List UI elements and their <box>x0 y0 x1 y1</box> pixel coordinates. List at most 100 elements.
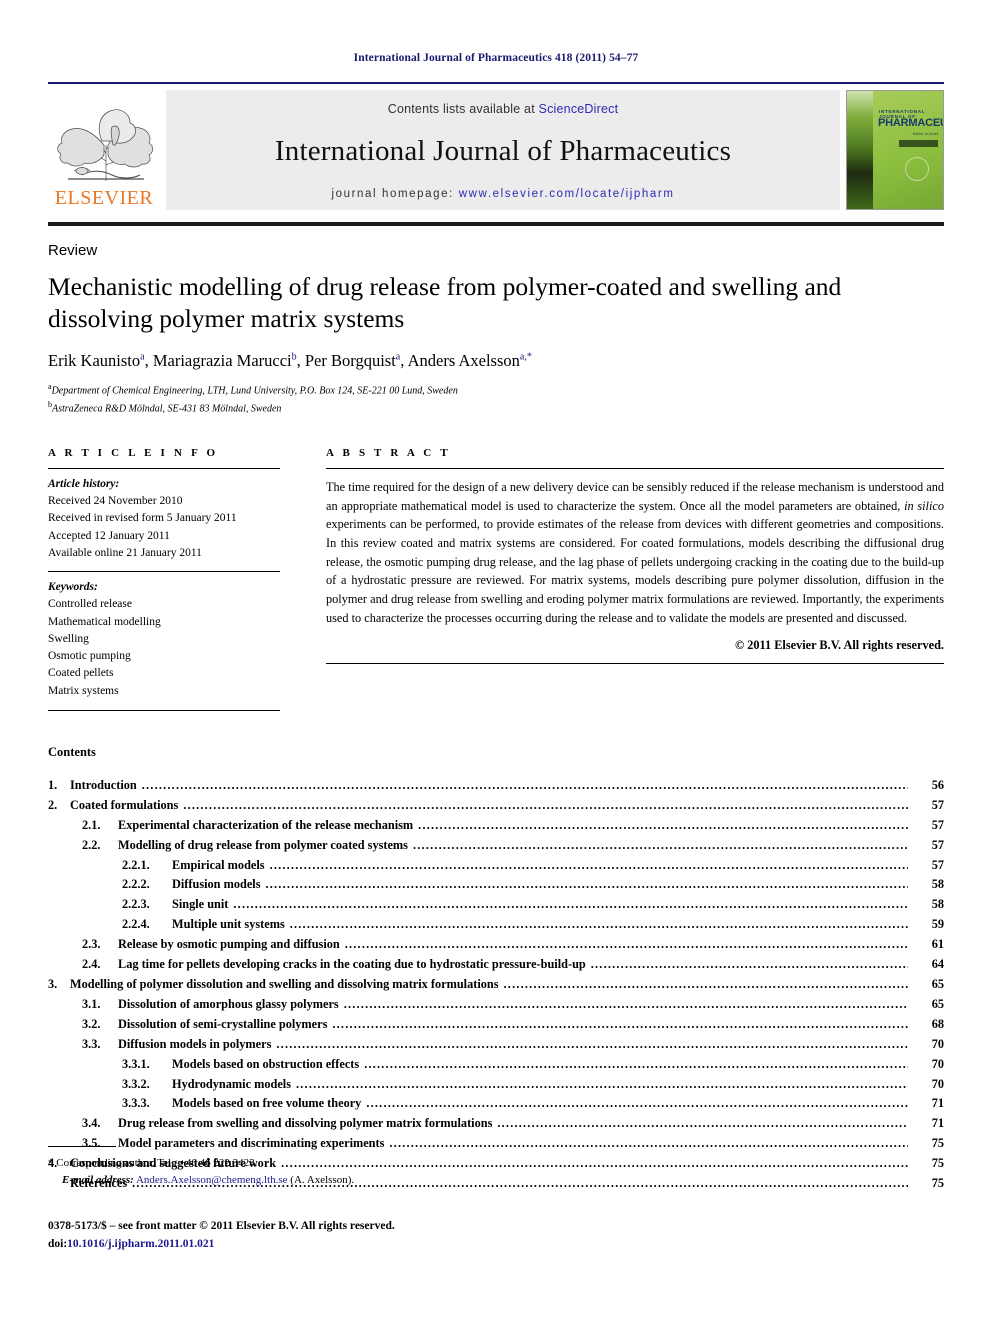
doi-prefix: doi: <box>48 1237 68 1250</box>
toc-entry[interactable]: 2.2.3. Single unit.......................… <box>48 895 944 915</box>
toc-entry-number: 2.2.3. <box>122 897 150 912</box>
affiliation-text: AstraZeneca R&D Mölndal, SE-431 83 Mölnd… <box>52 403 282 415</box>
history-item: Received 24 November 2010 <box>48 495 183 508</box>
title-block: Review Mechanistic modelling of drug rel… <box>48 242 944 417</box>
doi-link[interactable]: 10.1016/j.ijpharm.2011.01.021 <box>67 1238 214 1250</box>
toc-entry[interactable]: 3.3. Diffusion models in polymers........… <box>48 1035 944 1055</box>
toc-entry-label: Diffusion models in polymers <box>118 1036 272 1051</box>
toc-leader-dots: ........................................… <box>343 996 908 1011</box>
toc-leader-dots: ........................................… <box>497 1116 908 1131</box>
toc-entry[interactable]: 3.3.3. Models based on free volume theory… <box>48 1094 944 1114</box>
toc-entry[interactable]: 2.2.4. Multiple unit systems.............… <box>48 915 944 935</box>
footnote-corresponding-text: Corresponding author. Tel.: +46 46 222 3… <box>56 1157 258 1169</box>
imprint-block: 0378-5173/$ – see front matter © 2011 El… <box>48 1218 395 1254</box>
toc-entry-page: 58 <box>931 877 944 892</box>
toc-entry-number: 2.2.1. <box>122 857 150 872</box>
toc-entry-page: 75 <box>931 1156 944 1171</box>
journal-homepage-link[interactable]: www.elsevier.com/locate/ijpharm <box>459 188 675 200</box>
abstract-part-1: The time required for the design of a ne… <box>326 479 944 513</box>
toc-entry[interactable]: 3.1. Dissolution of amorphous glassy poly… <box>48 995 944 1015</box>
toc-entry-number: 3.1. <box>82 996 101 1011</box>
cover-title: PHARMACEUTICS <box>878 117 943 129</box>
toc-entry-number: 2.2. <box>82 837 101 852</box>
abstract-part-2: experiments can be performed, to provide… <box>326 517 944 625</box>
keyword-item: Matrix systems <box>48 684 119 697</box>
toc-entry-label: Models based on obstruction effects <box>172 1056 360 1071</box>
toc-entry[interactable]: 2.2.1. Empirical models..................… <box>48 856 944 876</box>
toc-leader-dots: ........................................… <box>503 976 908 991</box>
keywords-label: Keywords: <box>48 581 98 594</box>
author-name: Mariagrazia Marucci <box>152 351 292 371</box>
history-item: Accepted 12 January 2011 <box>48 529 170 542</box>
toc-leader-dots: ........................................… <box>344 937 908 952</box>
toc-entry[interactable]: 3.3.2. Hydrodynamic models...............… <box>48 1075 944 1095</box>
cover-seal-icon <box>905 157 929 181</box>
history-item: Available online 21 January 2011 <box>48 546 202 559</box>
toc-entry-number: 2.2.2. <box>122 877 150 892</box>
toc-entry-page: 57 <box>931 817 944 832</box>
abstract-text: The time required for the design of a ne… <box>326 469 944 628</box>
toc-entry-label: Introduction <box>70 777 137 792</box>
corresponding-author-footnote: * Corresponding author. Tel.: +46 46 222… <box>48 1146 548 1189</box>
toc-entry-number: 1. <box>48 777 58 792</box>
author-affil-marker: a <box>395 351 401 363</box>
toc-entry[interactable]: 3.3.1. Models based on obstruction effect… <box>48 1055 944 1075</box>
abstract-copyright: © 2011 Elsevier B.V. All rights reserved… <box>734 638 944 653</box>
author-name: Per Borgquist <box>304 351 396 371</box>
footnote-line-2: E-mail address: Anders.Axelsson@chemeng.… <box>48 1172 548 1189</box>
toc-entry[interactable]: 1. Introduction..........................… <box>48 776 944 796</box>
toc-entry-page: 65 <box>931 976 944 991</box>
contents-available-line: Contents lists available at ScienceDirec… <box>388 102 619 116</box>
journal-masthead: ELSEVIER Contents lists available at Sci… <box>48 82 944 210</box>
toc-entry-number: 2. <box>48 797 58 812</box>
doi-line: doi:10.1016/j.ijpharm.2011.01.021 <box>48 1236 395 1254</box>
toc-entry[interactable]: 3.2. Dissolution of semi-crystalline poly… <box>48 1015 944 1035</box>
contents-available-prefix: Contents lists available at <box>387 102 539 116</box>
toc-entry[interactable]: 2. Coated formulations...................… <box>48 796 944 816</box>
affiliation-a: aDepartment of Chemical Engineering, LTH… <box>48 381 944 399</box>
toc-leader-dots: ........................................… <box>364 1056 908 1071</box>
email-link[interactable]: Anders.Axelsson@chemeng.lth.se <box>136 1174 288 1186</box>
keyword-item: Coated pellets <box>48 667 114 680</box>
toc-entry-number: 3. <box>48 976 58 991</box>
toc-list: 1. Introduction..........................… <box>48 776 944 1194</box>
masthead-center-panel: Contents lists available at ScienceDirec… <box>166 90 840 210</box>
issn-frontmatter-line: 0378-5173/$ – see front matter © 2011 El… <box>48 1220 395 1232</box>
sciencedirect-link[interactable]: ScienceDirect <box>539 102 619 116</box>
abstract-italic-phrase: in silico <box>904 498 944 513</box>
author-affil-marker: b <box>291 351 297 363</box>
toc-entry-page: 56 <box>931 777 944 792</box>
toc-entry-page: 65 <box>931 996 944 1011</box>
toc-leader-dots: ........................................… <box>366 1096 908 1111</box>
toc-entry-label: Models based on free volume theory <box>172 1096 362 1111</box>
toc-entry-number: 3.3. <box>82 1036 101 1051</box>
author-item: Mariagrazia Maruccib <box>153 351 297 370</box>
toc-entry[interactable]: 2.3. Release by osmotic pumping and diffu… <box>48 935 944 955</box>
toc-entry[interactable]: 2.1. Experimental characterization of the… <box>48 816 944 836</box>
toc-entry-page: 71 <box>931 1096 944 1111</box>
toc-entry[interactable]: 3. Modelling of polymer dissolution and s… <box>48 975 944 995</box>
table-of-contents: Contents 1. Introduction.................… <box>48 745 944 1194</box>
article-info-bottom-rule <box>48 709 280 711</box>
toc-entry[interactable]: 2.2.2. Diffusion models..................… <box>48 875 944 895</box>
toc-leader-dots: ........................................… <box>590 957 908 972</box>
toc-entry-number: 3.3.2. <box>122 1076 150 1091</box>
toc-entry[interactable]: 2.2. Modelling of drug release from polym… <box>48 836 944 856</box>
toc-entry-page: 75 <box>931 1136 944 1151</box>
toc-leader-dots: ........................................… <box>233 897 908 912</box>
toc-entry-number: 2.1. <box>82 817 101 832</box>
toc-leader-dots: ........................................… <box>269 857 908 872</box>
email-suffix: (A. Axelsson). <box>290 1174 355 1187</box>
toc-entry-page: 57 <box>931 837 944 852</box>
keyword-item: Mathematical modelling <box>48 615 161 628</box>
toc-entry-page: 57 <box>931 857 944 872</box>
keyword-item: Controlled release <box>48 598 132 611</box>
author-affil-marker: a,* <box>519 351 532 363</box>
toc-entry[interactable]: 2.4. Lag time for pellets developing crac… <box>48 955 944 975</box>
toc-leader-dots: ........................................… <box>276 1036 908 1051</box>
affiliation-text: Department of Chemical Engineering, LTH,… <box>51 385 458 397</box>
toc-entry[interactable]: 3.4. Drug release from swelling and disso… <box>48 1114 944 1134</box>
toc-entry-number: 2.3. <box>82 937 101 952</box>
toc-leader-dots: ........................................… <box>183 797 908 812</box>
toc-entry-page: 75 <box>931 1176 944 1191</box>
